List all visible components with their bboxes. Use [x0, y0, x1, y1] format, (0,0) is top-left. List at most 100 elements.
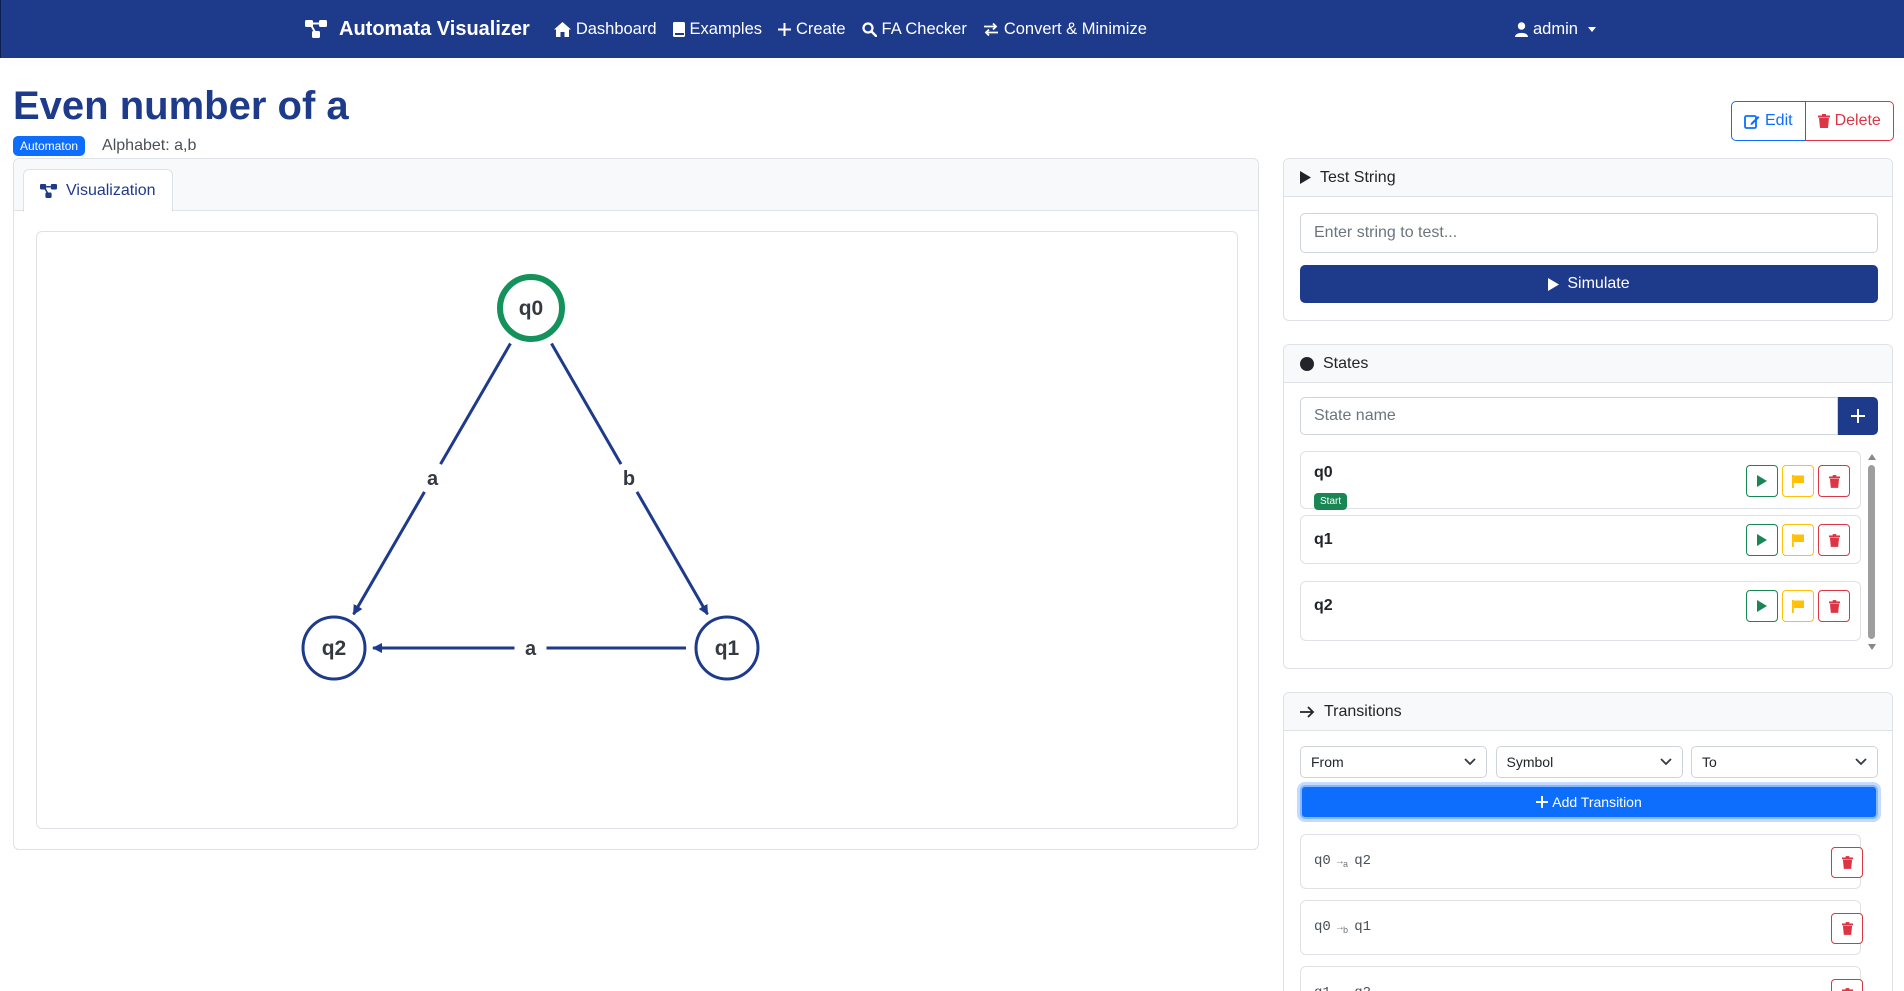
transition-label: a: [525, 638, 537, 660]
diagram-icon: [40, 183, 57, 198]
nav-examples[interactable]: Examples: [672, 19, 762, 39]
nav-fa-checker[interactable]: FA Checker: [861, 20, 967, 39]
edit-label: Edit: [1765, 112, 1793, 129]
diagram-canvas: a b a q0 q1 q2: [36, 231, 1238, 829]
simulate-label: Simulate: [1567, 275, 1630, 292]
nav-convert[interactable]: Convert & Minimize: [983, 20, 1147, 39]
play-icon: [1548, 277, 1560, 291]
add-state-button[interactable]: [1838, 397, 1878, 435]
set-start-button[interactable]: [1746, 465, 1778, 497]
transition-item: q0 →a q2: [1300, 834, 1863, 889]
state-name: q2: [1314, 597, 1333, 614]
circle-icon: [1300, 356, 1314, 371]
play-icon: [1757, 600, 1767, 612]
delete-transition-button[interactable]: [1831, 979, 1863, 991]
diagram-icon: [305, 20, 327, 38]
alphabet-text: Alphabet: a,b: [102, 137, 197, 154]
trash-icon: [1828, 474, 1840, 488]
delete-transition-button[interactable]: [1831, 847, 1863, 878]
brand-link[interactable]: Automata Visualizer: [305, 18, 530, 41]
delete-button[interactable]: Delete: [1805, 101, 1894, 141]
transition-edge-q0-q1: [550, 342, 623, 465]
set-start-button[interactable]: [1746, 590, 1778, 622]
states-card: States q0 Start q1 q2: [1283, 344, 1893, 669]
transition-label: a: [427, 468, 439, 490]
transitions-header: Transitions: [1284, 693, 1892, 731]
scroll-thumb[interactable]: [1868, 465, 1875, 639]
transition-from: q1: [1314, 985, 1331, 991]
edit-button[interactable]: Edit: [1731, 101, 1806, 141]
top-navbar: Automata Visualizer Dashboard Examples C…: [0, 0, 1904, 58]
state-item-q1: q1: [1300, 515, 1861, 564]
play-icon: [1757, 534, 1767, 546]
chevron-down-icon: [1464, 758, 1476, 766]
chevron-down-icon: [1855, 758, 1867, 766]
search-icon: [861, 21, 877, 37]
test-string-input[interactable]: [1300, 213, 1878, 253]
tab-visualization-label: Visualization: [66, 181, 156, 199]
state-name: q1: [1314, 531, 1333, 548]
play-icon: [1757, 475, 1767, 487]
transition-to: q2: [1354, 853, 1372, 869]
add-state-group: [1300, 397, 1878, 435]
page-title: Even number of a: [13, 84, 349, 128]
states-title: States: [1323, 354, 1369, 372]
nav-dashboard[interactable]: Dashboard: [553, 19, 657, 39]
delete-state-button[interactable]: [1818, 465, 1850, 497]
scroll-down-icon[interactable]: [1868, 644, 1876, 650]
tab-visualization[interactable]: Visualization: [23, 169, 173, 212]
states-scrollbar[interactable]: [1865, 451, 1878, 653]
action-buttons: Edit Delete: [1731, 101, 1894, 141]
plus-icon: [1536, 796, 1549, 808]
transition-to: q1: [1354, 919, 1372, 935]
state-item-q0: q0 Start: [1300, 451, 1861, 510]
simulate-button[interactable]: Simulate: [1300, 265, 1878, 303]
nav-create[interactable]: Create: [778, 20, 846, 39]
state-node-label: q0: [519, 297, 544, 320]
delete-transition-button[interactable]: [1831, 913, 1863, 944]
start-badge: Start: [1314, 493, 1348, 510]
from-select[interactable]: From: [1300, 746, 1487, 778]
to-select[interactable]: To: [1691, 746, 1878, 778]
transition-from: q0: [1314, 853, 1331, 869]
set-final-button[interactable]: [1782, 590, 1814, 622]
arrow-icon: →b: [1336, 923, 1349, 936]
caret-down-icon: [1587, 26, 1596, 32]
add-transition-button[interactable]: Add Transition: [1300, 785, 1878, 819]
symbol-select[interactable]: Symbol: [1495, 746, 1683, 778]
play-icon: [1300, 171, 1311, 184]
tab-strip: Visualization: [14, 159, 1258, 212]
delete-state-button[interactable]: [1818, 590, 1850, 622]
state-item-q2: q2: [1300, 581, 1861, 641]
trash-icon: [1841, 922, 1853, 935]
edit-icon: [1744, 114, 1760, 129]
user-menu[interactable]: admin: [1515, 0, 1596, 58]
transition-edge-q0-q2-arrow: [352, 491, 426, 616]
state-name: q0: [1314, 464, 1333, 481]
user-icon: [1515, 21, 1528, 37]
nav-examples-label: Examples: [689, 19, 762, 38]
transition-selects: From Symbol To: [1300, 746, 1878, 778]
test-string-header: Test String: [1284, 159, 1892, 197]
home-icon: [553, 21, 571, 37]
state-actions: [1742, 524, 1850, 556]
transitions-title: Transitions: [1324, 702, 1402, 720]
delete-state-button[interactable]: [1818, 524, 1850, 556]
test-string-card: Test String Simulate: [1283, 158, 1893, 321]
state-name-input[interactable]: [1300, 397, 1838, 435]
set-start-button[interactable]: [1746, 524, 1778, 556]
transition-to: q2: [1354, 985, 1371, 991]
plus-icon: [1851, 409, 1865, 423]
set-final-button[interactable]: [1782, 524, 1814, 556]
scroll-up-icon[interactable]: [1868, 454, 1876, 460]
state-node-label: q2: [322, 637, 347, 660]
states-header: States: [1284, 345, 1892, 383]
transition-item: q0 →b q1: [1300, 900, 1863, 955]
state-actions: [1742, 590, 1850, 622]
symbol-select-value: Symbol: [1506, 754, 1554, 770]
transition-text: q0 →b q1: [1314, 919, 1371, 936]
transition-text: q1→aq2: [1314, 985, 1371, 991]
nav-dashboard-label: Dashboard: [575, 19, 657, 38]
set-final-button[interactable]: [1782, 465, 1814, 497]
user-name: admin: [1533, 19, 1578, 38]
